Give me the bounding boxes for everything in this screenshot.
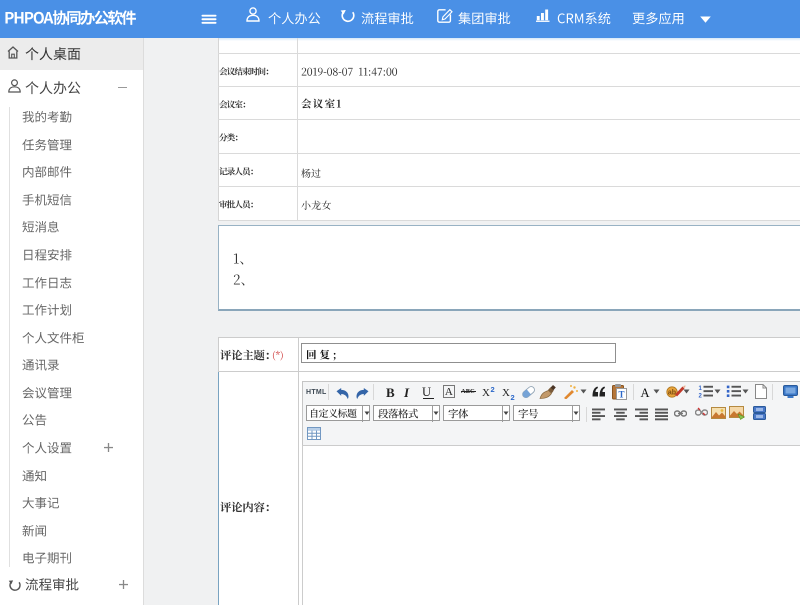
- svg-text:2: 2: [699, 394, 703, 399]
- svg-text:1: 1: [699, 386, 703, 392]
- svg-text:A: A: [445, 386, 453, 398]
- svg-text:ab: ab: [668, 389, 676, 396]
- svg-text:T: T: [618, 389, 624, 399]
